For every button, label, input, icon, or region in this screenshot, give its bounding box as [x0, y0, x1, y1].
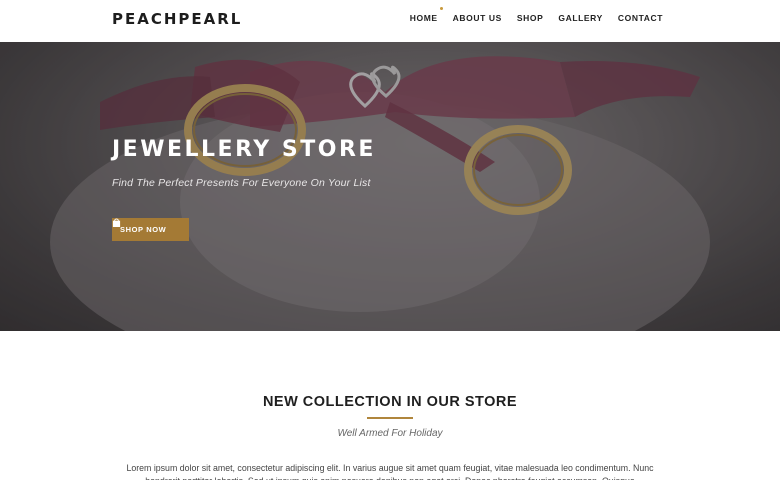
- nav-home-label: HOME: [409, 13, 438, 23]
- shop-now-button[interactable]: SHOP NOW: [112, 218, 189, 241]
- collection-subtitle: Well Armed For Holiday: [337, 428, 443, 439]
- hero-title: JEWELLERY STORE: [112, 137, 376, 162]
- site-logo[interactable]: PEACHPEARL: [112, 10, 242, 28]
- nav-gallery[interactable]: GALLERY: [558, 13, 603, 23]
- collection-description: Lorem ipsum dolor sit amet, consectetur …: [126, 463, 654, 480]
- hero-subtitle: Find The Perfect Presents For Everyone O…: [112, 177, 371, 189]
- nav-shop[interactable]: SHOP: [517, 13, 544, 23]
- shopping-bag-icon: [112, 218, 121, 227]
- main-nav: HOME ABOUT US SHOP GALLERY CONTACT: [409, 7, 663, 23]
- title-divider: [367, 417, 413, 419]
- active-indicator: [439, 7, 443, 10]
- collection-section: NEW COLLECTION IN OUR STORE Well Armed F…: [0, 331, 780, 480]
- hero-banner: JEWELLERY STORE Find The Perfect Present…: [0, 42, 780, 331]
- nav-contact[interactable]: CONTACT: [618, 13, 663, 23]
- nav-about-us[interactable]: ABOUT US: [453, 13, 502, 23]
- collection-title: NEW COLLECTION IN OUR STORE: [262, 394, 518, 410]
- shop-now-label: SHOP NOW: [120, 225, 167, 234]
- nav-home[interactable]: HOME: [409, 7, 443, 23]
- site-header: PEACHPEARL HOME ABOUT US SHOP GALLERY CO…: [0, 0, 780, 42]
